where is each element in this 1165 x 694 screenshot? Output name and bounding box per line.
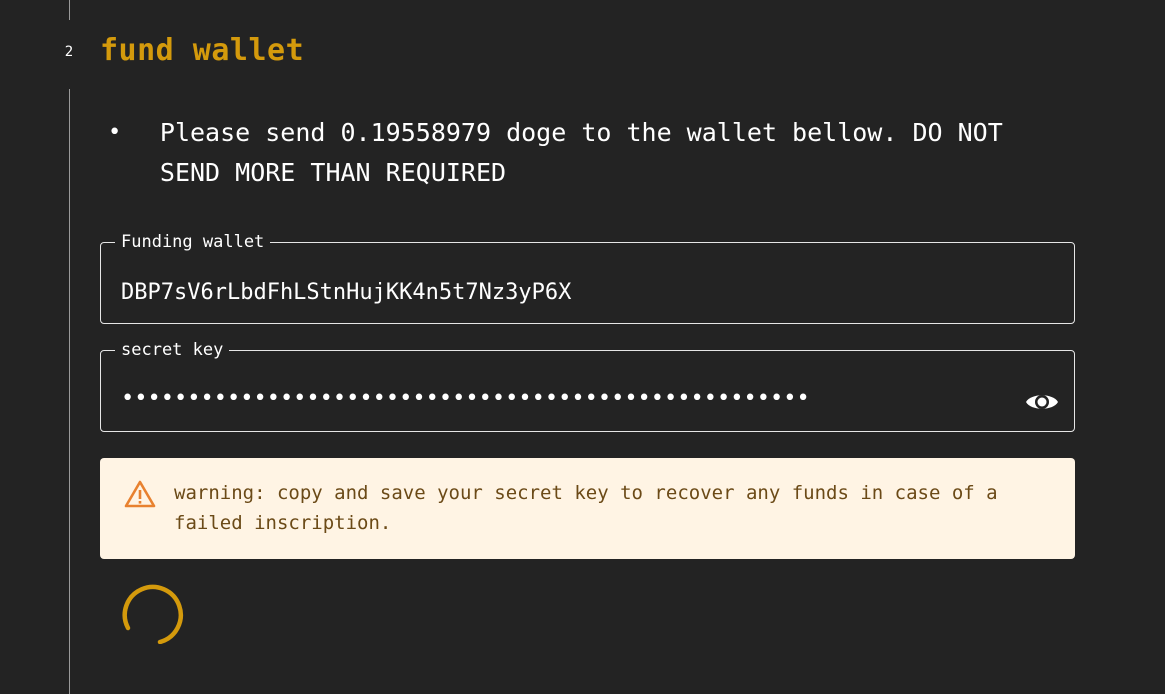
bullet: •: [108, 120, 122, 145]
warning-text: warning: copy and save your secret key t…: [174, 482, 998, 534]
instruction-text: Please send 0.19558979 doge to the walle…: [159, 118, 1003, 187]
step-number: 2: [64, 44, 74, 60]
step-rail-top: [69, 0, 70, 20]
toggle-visibility-button[interactable]: [1024, 384, 1060, 420]
spinner-icon: [122, 584, 183, 644]
instruction-list-item: • Please send 0.19558979 doge to the wal…: [108, 113, 1008, 193]
step-rail: [69, 89, 70, 694]
warning-alert: warning: copy and save your secret key t…: [100, 458, 1075, 559]
funding-wallet-label: Funding wallet: [121, 232, 265, 252]
secret-key-field[interactable]: secret key •••••••••••••••••••••••••••••…: [100, 340, 1075, 432]
funding-wallet-field[interactable]: Funding wallet DBP7sV6rLbdFhLStnHujKK4n5…: [100, 232, 1075, 324]
warning-triangle-icon: [124, 480, 156, 508]
step-title: fund wallet: [100, 33, 305, 68]
secret-key-masked-value[interactable]: ••••••••••••••••••••••••••••••••••••••••…: [121, 386, 881, 411]
eye-icon: [1026, 395, 1058, 409]
funding-wallet-address[interactable]: DBP7sV6rLbdFhLStnHujKK4n5t7Nz3yP6X: [121, 280, 571, 305]
secret-key-label: secret key: [121, 340, 224, 360]
